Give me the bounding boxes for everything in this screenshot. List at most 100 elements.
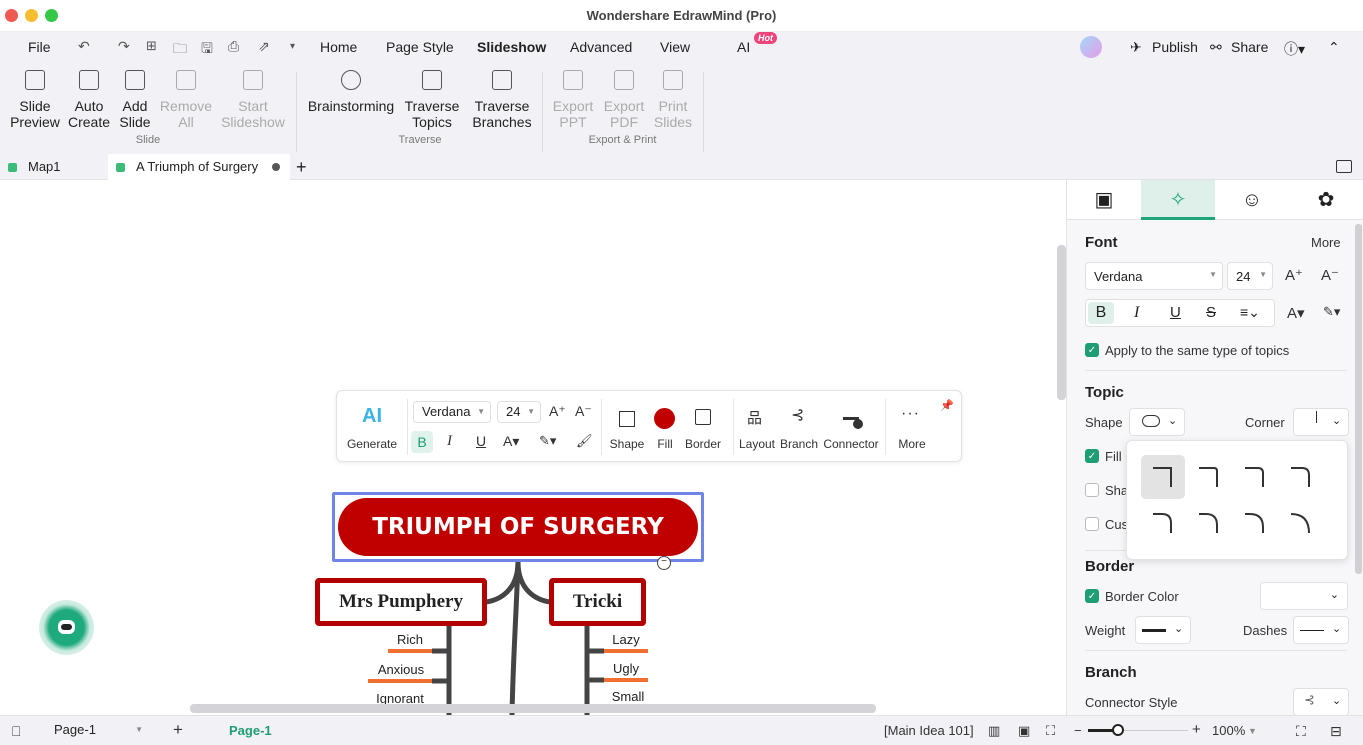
underline-button[interactable]: U xyxy=(476,433,486,449)
highlight-icon[interactable]: ✎▾ xyxy=(1323,304,1340,320)
toggle-panel-icon[interactable] xyxy=(1336,160,1352,173)
zoom-slider-handle[interactable] xyxy=(1112,724,1124,736)
bold-button[interactable]: B xyxy=(1088,302,1114,324)
topic-tricki[interactable]: Tricki xyxy=(549,578,646,626)
shadow-checkbox[interactable] xyxy=(1085,483,1099,497)
tab-a-triumph-of-surgery[interactable]: A Triumph of Surgery xyxy=(108,154,290,180)
zoom-out-button[interactable]: − xyxy=(1074,723,1082,738)
fill-color-checkbox[interactable]: ✓ xyxy=(1085,449,1099,463)
branch-icon[interactable]: ⊰ xyxy=(791,405,804,425)
font-family-select[interactable]: Verdana ▼ xyxy=(413,401,491,423)
align-icon[interactable]: ≡⌄ xyxy=(1240,304,1260,321)
new-icon[interactable]: ⊞ xyxy=(146,38,157,54)
connector-style-select[interactable]: ⊰ ⌄ xyxy=(1293,688,1349,716)
customize-quick-access-icon[interactable]: ▾ xyxy=(290,41,295,52)
corner-option[interactable] xyxy=(1187,455,1231,499)
decrease-font-icon[interactable]: A⁻ xyxy=(575,403,592,420)
slide-preview-button[interactable]: Slide Preview xyxy=(10,70,60,130)
print-slides-button[interactable]: Print Slides xyxy=(653,70,693,130)
panel-font-select[interactable]: Verdana ▼ xyxy=(1085,262,1223,290)
brainstorming-button[interactable]: Brainstorming xyxy=(306,70,396,114)
corner-option-square[interactable] xyxy=(1141,455,1185,499)
add-slide-button[interactable]: Add Slide xyxy=(116,70,154,130)
topic-mrs-pumphery[interactable]: Mrs Pumphery xyxy=(315,578,487,626)
corner-select[interactable]: ⌄ xyxy=(1293,408,1349,436)
font-color-button[interactable]: A▾ xyxy=(503,433,519,450)
print-icon[interactable]: ⎙ xyxy=(228,38,239,55)
more-icon[interactable]: ··· xyxy=(901,405,920,423)
dashes-select[interactable]: ⌄ xyxy=(1293,616,1349,644)
ai-generate-icon[interactable]: AI xyxy=(347,405,397,428)
corner-option[interactable] xyxy=(1141,501,1185,545)
custom-checkbox[interactable] xyxy=(1085,517,1099,531)
export-icon[interactable]: ⇗ xyxy=(258,38,270,55)
subtopic-ugly[interactable]: Ugly xyxy=(604,661,648,676)
decrease-font-icon[interactable]: A⁻ xyxy=(1321,266,1339,284)
save-icon[interactable]: 🖫 xyxy=(201,38,213,62)
corner-option[interactable] xyxy=(1187,501,1231,545)
format-painter-icon[interactable]: 🖌 xyxy=(576,433,593,449)
zoom-in-button[interactable]: + xyxy=(1192,721,1201,738)
new-tab-button[interactable]: + xyxy=(292,154,307,180)
share-button[interactable]: Share xyxy=(1231,39,1268,55)
underline-button[interactable]: U xyxy=(1170,304,1181,321)
shape-icon[interactable] xyxy=(619,411,635,427)
start-slideshow-button[interactable]: Start Slideshow xyxy=(220,70,286,130)
connector-button[interactable]: Connector xyxy=(821,437,881,451)
subtopic-small[interactable]: Small xyxy=(604,689,652,704)
menu-advanced[interactable]: Advanced xyxy=(570,39,632,55)
border-color-select[interactable]: ⌄ xyxy=(1260,582,1348,610)
increase-font-icon[interactable]: A⁺ xyxy=(549,403,566,420)
font-more-link[interactable]: More xyxy=(1311,235,1341,250)
collapse-ribbon-icon[interactable]: ⌃ xyxy=(1328,39,1340,56)
open-folder-icon[interactable]: 🗀 xyxy=(173,38,187,62)
corner-option[interactable] xyxy=(1279,501,1323,545)
traverse-topics-button[interactable]: Traverse Topics xyxy=(404,70,460,130)
fill-color-icon[interactable] xyxy=(654,408,675,429)
fullscreen-icon[interactable]: ⛶ xyxy=(1296,723,1306,740)
corner-option[interactable] xyxy=(1233,501,1277,545)
page-panel-icon[interactable]: ⎕ xyxy=(12,723,20,740)
pin-icon[interactable]: 📌 xyxy=(940,399,954,412)
tab-page-format[interactable]: ▣ xyxy=(1067,180,1141,220)
remove-all-button[interactable]: Remove All xyxy=(158,70,214,130)
fit-width-icon[interactable]: ⛶ xyxy=(1046,723,1055,739)
tab-icons[interactable]: ☺ xyxy=(1215,180,1289,220)
layout-icon[interactable]: 品 xyxy=(747,407,762,428)
border-color-checkbox[interactable]: ✓ xyxy=(1085,589,1099,603)
generate-button[interactable]: Generate xyxy=(343,437,401,451)
apply-same-checkbox[interactable]: ✓ xyxy=(1085,343,1099,357)
menu-slideshow[interactable]: Slideshow xyxy=(477,39,546,55)
export-pdf-button[interactable]: Export PDF xyxy=(603,70,645,130)
page-tab-page-1[interactable]: Page-1 xyxy=(229,723,272,738)
increase-font-icon[interactable]: A⁺ xyxy=(1285,266,1303,284)
tab-map1[interactable]: Map1 xyxy=(0,154,106,180)
shape-button[interactable]: Shape xyxy=(609,437,645,451)
add-page-button[interactable]: + xyxy=(173,720,183,740)
undo-icon[interactable]: ↶ xyxy=(78,38,90,55)
fit-page-icon[interactable]: ▣ xyxy=(1018,723,1030,739)
vertical-scrollbar[interactable] xyxy=(1057,245,1066,400)
share-icon[interactable]: ⚯ xyxy=(1210,39,1222,56)
menu-ai[interactable]: AI xyxy=(737,39,750,55)
menu-page-style[interactable]: Page Style xyxy=(386,39,454,55)
root-topic[interactable]: TRIUMPH OF SURGERY xyxy=(338,498,698,556)
border-icon[interactable] xyxy=(695,409,711,425)
collapse-toggle-icon[interactable]: − xyxy=(657,556,671,570)
italic-button[interactable]: I xyxy=(1134,304,1139,322)
font-size-select[interactable]: 24 ▼ xyxy=(497,401,541,423)
fill-button[interactable]: Fill xyxy=(651,437,679,451)
auto-create-button[interactable]: Auto Create xyxy=(66,70,112,130)
corner-option[interactable] xyxy=(1233,455,1277,499)
tab-theme[interactable]: ✿ xyxy=(1289,180,1363,220)
ai-assistant-button[interactable] xyxy=(39,600,94,655)
layout-button[interactable]: Layout xyxy=(737,437,777,451)
traverse-branches-button[interactable]: Traverse Branches xyxy=(470,70,534,130)
subtopic-lazy[interactable]: Lazy xyxy=(604,632,648,647)
subtopic-rich[interactable]: Rich xyxy=(384,632,436,647)
panel-scrollbar[interactable] xyxy=(1355,224,1362,574)
font-color-button[interactable]: A▾ xyxy=(1287,304,1305,322)
bold-button[interactable]: B xyxy=(411,431,433,453)
zoom-level-select[interactable]: 100% xyxy=(1212,723,1245,738)
user-avatar[interactable] xyxy=(1080,36,1102,58)
